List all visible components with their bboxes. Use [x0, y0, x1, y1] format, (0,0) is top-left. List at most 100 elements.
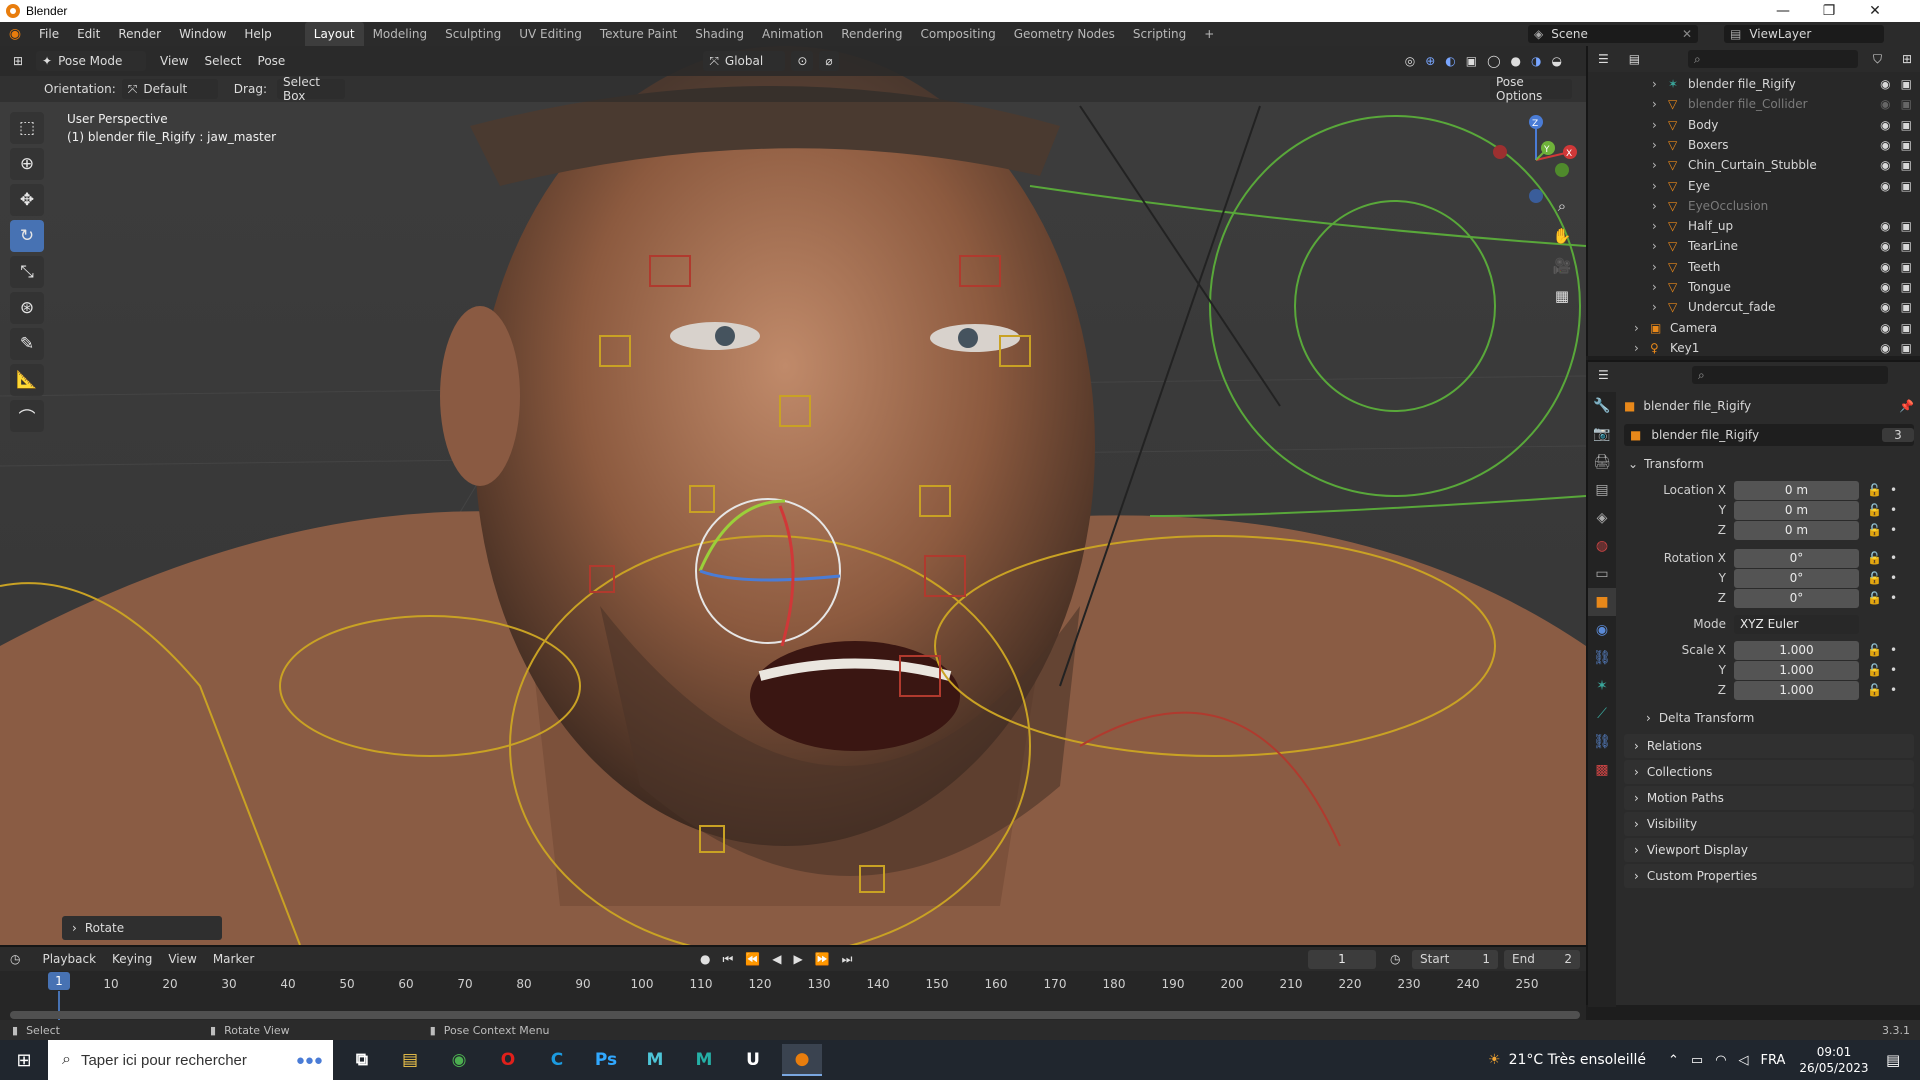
- keyframe-dot-icon[interactable]: •: [1890, 571, 1897, 585]
- render-camera-icon[interactable]: ▣: [1901, 280, 1912, 294]
- 3d-viewport[interactable]: ⊞ ✦ Pose Mode View Select Pose ⤧ Global …: [0, 46, 1586, 945]
- maya-icon[interactable]: M: [635, 1044, 675, 1076]
- render-camera-icon[interactable]: ▣: [1901, 179, 1912, 193]
- expand-chevron-icon[interactable]: ›: [1652, 239, 1657, 253]
- playhead[interactable]: 1: [48, 972, 70, 990]
- keyframe-dot-icon[interactable]: •: [1890, 591, 1897, 605]
- visibility-eye-icon[interactable]: ◉: [1880, 138, 1890, 152]
- outliner-item[interactable]: › ▽ Tongue ◉ ▣: [1588, 277, 1920, 297]
- menu-render[interactable]: Render: [109, 22, 170, 46]
- expand-chevron-icon[interactable]: ›: [1652, 300, 1657, 314]
- tab-scripting[interactable]: Scripting: [1124, 22, 1195, 46]
- lock-icon[interactable]: 🔓: [1867, 483, 1882, 497]
- tab-compositing[interactable]: Compositing: [911, 22, 1004, 46]
- expand-chevron-icon[interactable]: ›: [1652, 77, 1657, 91]
- outliner-item[interactable]: › ▽ Eye ◉ ▣: [1588, 176, 1920, 196]
- menu-edit[interactable]: Edit: [68, 22, 109, 46]
- cursor-tool[interactable]: ⊕: [10, 148, 44, 180]
- new-collection-icon[interactable]: ⊞: [1902, 52, 1912, 66]
- tray-chevron-icon[interactable]: ⌃: [1668, 1053, 1679, 1068]
- drag-selector[interactable]: Select Box: [276, 75, 345, 103]
- measure-tool[interactable]: 📐: [10, 364, 44, 396]
- zoom-icon[interactable]: ⌕: [1550, 194, 1574, 218]
- keyframe-dot-icon[interactable]: •: [1890, 683, 1897, 697]
- last-operator-panel[interactable]: › Rotate: [62, 916, 222, 940]
- lock-icon[interactable]: 🔓: [1867, 571, 1882, 585]
- perspective-toggle-icon[interactable]: ▦: [1550, 284, 1574, 308]
- maximize-button[interactable]: ❐: [1806, 0, 1852, 22]
- task-view-icon[interactable]: ⧉: [342, 1044, 382, 1076]
- filter-icon[interactable]: ⛉: [1873, 52, 1882, 67]
- outliner-item[interactable]: › ▣ Camera ◉ ▣: [1588, 318, 1920, 338]
- tab-texture-paint[interactable]: Texture Paint: [591, 22, 686, 46]
- timeline-menu-playback[interactable]: Playback: [34, 952, 104, 966]
- keyframe-dot-icon[interactable]: •: [1890, 551, 1897, 565]
- expand-chevron-icon[interactable]: ›: [1652, 118, 1657, 132]
- expand-chevron-icon[interactable]: ›: [1652, 280, 1657, 294]
- current-frame-field[interactable]: 1: [1308, 949, 1376, 969]
- pan-hand-icon[interactable]: ✋: [1550, 224, 1574, 248]
- tool-tab-icon[interactable]: 🔧: [1588, 392, 1616, 420]
- bone-tab-icon[interactable]: ⟋: [1588, 700, 1616, 728]
- volume-icon[interactable]: ◁: [1739, 1053, 1749, 1068]
- blender-icon[interactable]: ●: [782, 1044, 822, 1076]
- battery-icon[interactable]: ▭: [1691, 1053, 1703, 1068]
- tab-shading[interactable]: Shading: [686, 22, 753, 46]
- viewport-display-section[interactable]: › Viewport Display: [1624, 838, 1914, 862]
- pivot-point-selector[interactable]: ⊙: [791, 51, 814, 71]
- rotation-y-field[interactable]: 0°: [1734, 568, 1859, 588]
- menu-window[interactable]: Window: [170, 22, 235, 46]
- expand-chevron-icon[interactable]: ›: [1634, 341, 1639, 355]
- tab-animation[interactable]: Animation: [753, 22, 832, 46]
- solid-shading-icon[interactable]: ●: [1511, 54, 1521, 68]
- tab-uv-editing[interactable]: UV Editing: [510, 22, 591, 46]
- visibility-eye-icon[interactable]: ◉: [1880, 239, 1890, 253]
- transform-tool[interactable]: ⊛: [10, 292, 44, 324]
- clock-icon[interactable]: ◷: [1390, 952, 1400, 966]
- render-camera-icon[interactable]: ▣: [1901, 321, 1912, 335]
- render-camera-icon[interactable]: ▣: [1901, 239, 1912, 253]
- expand-chevron-icon[interactable]: ›: [1652, 199, 1657, 213]
- menu-file[interactable]: File: [30, 22, 68, 46]
- annotate-tool[interactable]: ✎: [10, 328, 44, 360]
- timeline-scrollbar[interactable]: [10, 1011, 1580, 1019]
- properties-editor-icon[interactable]: ☰: [1598, 368, 1609, 382]
- photoshop-icon[interactable]: Ps: [586, 1044, 626, 1076]
- render-camera-icon[interactable]: ▣: [1901, 158, 1912, 172]
- tab-rendering[interactable]: Rendering: [832, 22, 911, 46]
- xray-icon[interactable]: ▣: [1466, 54, 1477, 68]
- view-layer-selector[interactable]: ▤ ViewLayer: [1724, 25, 1884, 43]
- file-explorer-icon[interactable]: ▤: [390, 1044, 430, 1076]
- blender-menu-icon[interactable]: ◉: [0, 26, 30, 42]
- transform-space-selector[interactable]: ⤧ Global: [703, 51, 786, 71]
- overlay-toggle-icon[interactable]: ◐: [1445, 54, 1455, 68]
- frame-ruler[interactable]: 10 20 30 40 50 60 70 80 90 100 110 120 130 140 150 160 1…: [0, 973, 1586, 995]
- keyframe-dot-icon[interactable]: •: [1890, 523, 1897, 537]
- language-indicator[interactable]: FRA: [1761, 1053, 1786, 1068]
- opera-icon[interactable]: O: [488, 1044, 528, 1076]
- close-button[interactable]: ✕: [1852, 0, 1898, 22]
- properties-search[interactable]: ⌕: [1692, 366, 1888, 384]
- record-keyframe-icon[interactable]: ●: [700, 952, 710, 967]
- add-workspace-button[interactable]: +: [1195, 22, 1223, 46]
- outliner-item[interactable]: › ▽ Boxers ◉ ▣: [1588, 135, 1920, 155]
- outliner-item[interactable]: › ▽ Undercut_fade ◉ ▣: [1588, 297, 1920, 317]
- visibility-eye-icon[interactable]: ◉: [1880, 341, 1890, 355]
- outliner-item[interactable]: › ▽ Teeth ◉ ▣: [1588, 257, 1920, 277]
- play-icon[interactable]: ▶: [793, 952, 802, 967]
- lock-icon[interactable]: 🔓: [1867, 523, 1882, 537]
- visibility-eye-icon[interactable]: ◉: [1880, 77, 1890, 91]
- outliner-item[interactable]: › ✶ blender file_Rigify ◉ ▣: [1588, 74, 1920, 94]
- render-camera-icon[interactable]: ▣: [1901, 97, 1912, 111]
- viewport-menu-pose[interactable]: Pose: [250, 54, 294, 68]
- world-tab-icon[interactable]: ◍: [1588, 532, 1616, 560]
- visibility-eye-icon[interactable]: ◉: [1880, 118, 1890, 132]
- bend-tool[interactable]: ⌒: [10, 400, 44, 432]
- keyframe-dot-icon[interactable]: •: [1890, 663, 1897, 677]
- taskbar-search[interactable]: ⌕ Taper ici pour rechercher ●●●: [48, 1040, 333, 1080]
- visibility-eye-icon[interactable]: ◉: [1880, 260, 1890, 274]
- render-camera-icon[interactable]: ▣: [1901, 219, 1912, 233]
- transform-section-header[interactable]: ⌄ Transform: [1624, 454, 1914, 474]
- render-camera-icon[interactable]: ▣: [1901, 341, 1912, 355]
- lock-icon[interactable]: 🔓: [1867, 551, 1882, 565]
